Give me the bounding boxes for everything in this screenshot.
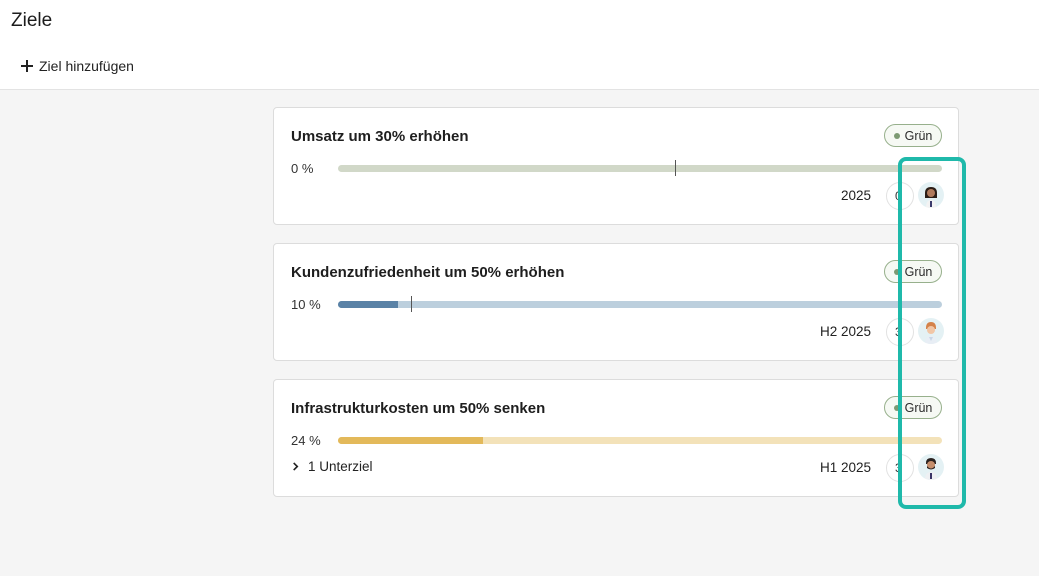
owner-avatar[interactable] <box>918 318 944 344</box>
progress-bar-fill <box>338 301 399 308</box>
status-badge[interactable]: Grün <box>884 260 942 283</box>
status-badge[interactable]: Grün <box>884 396 942 419</box>
progress-target-marker <box>675 160 676 176</box>
goal-card[interactable]: Umsatz um 30% erhöhen Grün 0 % 2025 0 <box>273 107 959 225</box>
plus-icon <box>21 60 33 72</box>
goal-period: H1 2025 <box>819 460 871 475</box>
subgoal-toggle[interactable]: 1 Unterziel <box>291 459 373 474</box>
page-title: Ziele <box>11 10 53 31</box>
status-badge[interactable]: Grün <box>884 124 942 147</box>
goal-card[interactable]: Infrastrukturkosten um 50% senken Grün 2… <box>273 379 959 497</box>
chevron-right-icon <box>293 462 299 471</box>
status-dot-icon <box>893 268 900 275</box>
progress-bar <box>338 160 942 176</box>
contributor-count[interactable]: 3 <box>886 318 914 346</box>
progress-percent: 24 % <box>291 433 321 448</box>
progress-bar-fill <box>338 437 483 444</box>
contributor-count[interactable]: 3 <box>886 454 914 482</box>
contributor-count[interactable]: 0 <box>886 182 914 210</box>
add-goal-button[interactable]: Ziel hinzufügen <box>21 56 134 76</box>
status-label: Grün <box>904 264 933 279</box>
progress-bar <box>338 437 942 444</box>
owner-avatar[interactable] <box>918 454 944 480</box>
page-header: Ziele Ziel hinzufügen <box>0 0 1039 90</box>
add-goal-label: Ziel hinzufügen <box>39 58 134 74</box>
goal-title: Kundenzufriedenheit um 50% erhöhen <box>291 264 565 281</box>
progress-bar <box>338 296 942 312</box>
goal-title: Umsatz um 30% erhöhen <box>291 128 469 145</box>
progress-percent: 10 % <box>291 297 321 312</box>
subgoal-label: 1 Unterziel <box>308 459 373 474</box>
owner-avatar[interactable] <box>918 182 944 208</box>
goal-card[interactable]: Kundenzufriedenheit um 50% erhöhen Grün … <box>273 243 959 361</box>
goal-period: 2025 <box>840 188 871 203</box>
status-label: Grün <box>904 128 933 143</box>
progress-target-marker <box>411 296 412 312</box>
status-dot-icon <box>893 132 900 139</box>
status-label: Grün <box>904 400 933 415</box>
goal-period: H2 2025 <box>819 324 871 339</box>
goal-title: Infrastrukturkosten um 50% senken <box>291 400 546 417</box>
progress-percent: 0 % <box>291 161 314 176</box>
status-dot-icon <box>893 404 900 411</box>
